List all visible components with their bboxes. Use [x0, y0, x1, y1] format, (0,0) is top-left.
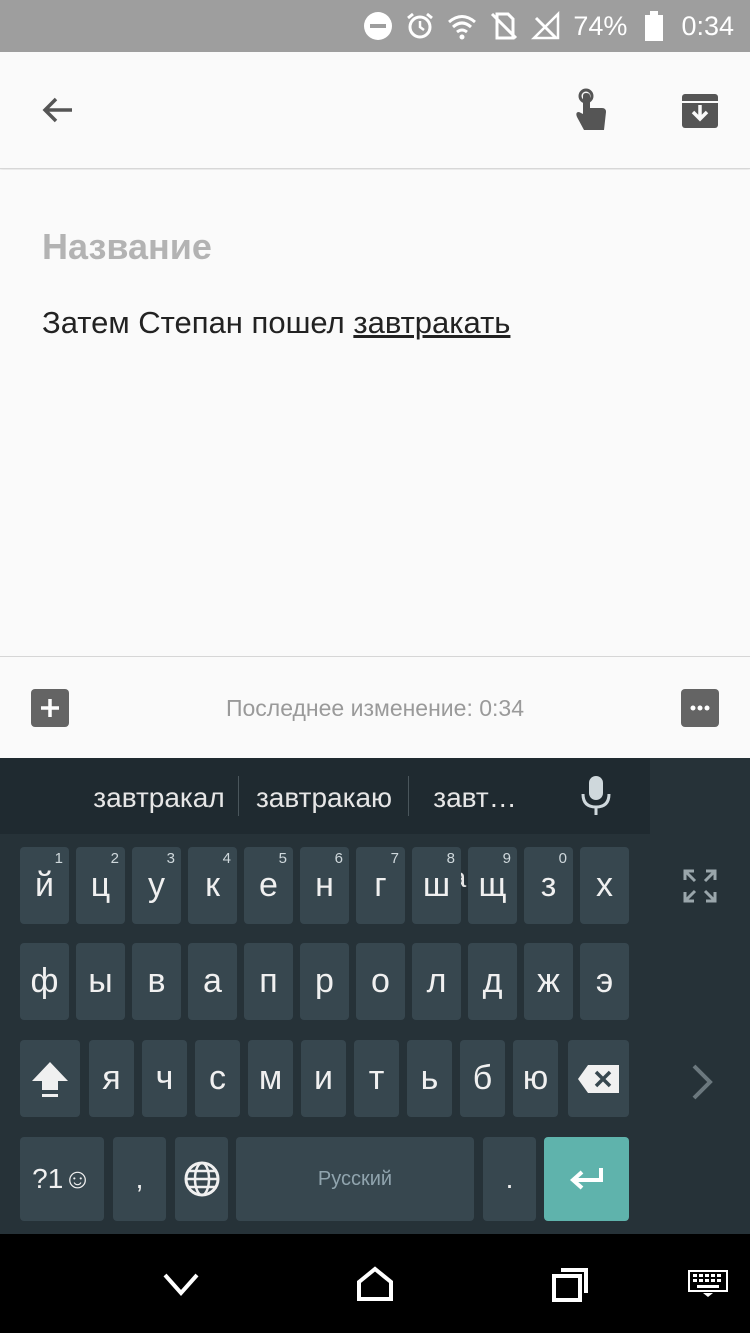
key-7[interactable]: г7 — [356, 847, 405, 924]
battery-percentage: 74% — [573, 10, 628, 41]
status-bar: 74% 0:34 — [0, 0, 750, 52]
period-key[interactable]: . — [483, 1137, 536, 1221]
home-icon[interactable] — [353, 1264, 397, 1304]
key-4[interactable]: к4 — [188, 847, 237, 924]
last-edited-status: Последнее изменение: 0:34 — [225, 695, 524, 721]
suggestion-divider — [408, 776, 409, 816]
note-composing-word: завтракать — [353, 305, 511, 340]
key-label: к — [205, 866, 220, 904]
no-sim-icon — [489, 11, 519, 41]
key-row2-4[interactable]: а — [188, 943, 237, 1020]
back-chevron-icon[interactable] — [159, 1264, 203, 1304]
key-row2-5[interactable]: п — [244, 943, 293, 1020]
alarm-icon — [405, 11, 435, 41]
touch-icon[interactable] — [562, 82, 618, 138]
key-label: н — [315, 866, 334, 904]
key-row3-2[interactable]: ч — [142, 1040, 187, 1117]
do-not-disturb-icon — [363, 11, 393, 41]
key-hint: 5 — [278, 850, 287, 867]
key-row2-3[interactable]: в — [132, 943, 181, 1020]
language-key[interactable] — [175, 1137, 228, 1221]
key-3[interactable]: у3 — [132, 847, 181, 924]
key-hint: 1 — [54, 850, 63, 867]
key-label: у — [148, 866, 165, 904]
key-label: х — [596, 866, 613, 904]
key-2[interactable]: ц2 — [76, 847, 125, 924]
back-arrow-icon[interactable] — [30, 82, 86, 138]
key-row2-8[interactable]: л — [412, 943, 461, 1020]
enter-key[interactable] — [544, 1137, 629, 1221]
key-row3-6[interactable]: т — [354, 1040, 399, 1117]
key-row2-9[interactable]: д — [468, 943, 517, 1020]
symbols-key[interactable]: ?1☺ — [20, 1137, 104, 1221]
key-8[interactable]: ш8 — [412, 847, 461, 924]
chevron-right-icon[interactable] — [688, 1062, 716, 1102]
note-body-field[interactable]: Затем Степан пошел завтракать — [42, 305, 510, 341]
key-row3-1[interactable]: я — [89, 1040, 134, 1117]
key-row2-1[interactable]: ф — [20, 943, 69, 1020]
key-row3-9[interactable]: ю — [513, 1040, 558, 1117]
key-hint: 4 — [222, 850, 231, 867]
key-row2-7[interactable]: о — [356, 943, 405, 1020]
key-label: ш — [422, 866, 451, 904]
clock: 0:34 — [681, 10, 734, 41]
app-bar — [0, 52, 750, 169]
key-label: е — [259, 866, 278, 904]
key-hint: 8 — [446, 850, 455, 867]
battery-icon — [639, 11, 669, 41]
key-row2-6[interactable]: р — [300, 943, 349, 1020]
recents-icon[interactable] — [548, 1264, 592, 1304]
key-label: щ — [478, 866, 507, 904]
key-row2-2[interactable]: ы — [76, 943, 125, 1020]
suggestion-divider — [238, 776, 239, 816]
note-title-field[interactable]: Название — [42, 226, 212, 268]
backspace-key[interactable] — [568, 1040, 629, 1117]
microphone-icon[interactable] — [578, 774, 614, 818]
key-row3-3[interactable]: с — [195, 1040, 240, 1117]
key-hint: 9 — [502, 850, 511, 867]
comma-key[interactable]: , — [113, 1137, 166, 1221]
key-9[interactable]: щ9 — [468, 847, 517, 924]
more-icon[interactable] — [681, 689, 719, 727]
key-11[interactable]: х — [580, 847, 629, 924]
space-key[interactable]: Русский — [236, 1137, 474, 1221]
key-row2-11[interactable]: э — [580, 943, 629, 1020]
suggestion-2[interactable]: завтракаю — [240, 758, 408, 834]
key-hint: 0 — [558, 850, 567, 867]
note-toolbar: Последнее изменение: 0:34 — [0, 656, 750, 758]
key-row3-5[interactable]: и — [301, 1040, 346, 1117]
key-row3-7[interactable]: ь — [407, 1040, 452, 1117]
key-hint: 3 — [166, 850, 175, 867]
signal-icon — [531, 11, 561, 41]
archive-icon[interactable] — [672, 82, 728, 138]
key-row2-10[interactable]: ж — [524, 943, 573, 1020]
key-hint: 7 — [390, 850, 399, 867]
suggestion-1[interactable]: завтракал — [80, 758, 238, 834]
key-label: з — [540, 866, 557, 904]
navigation-bar — [0, 1234, 750, 1333]
suggestion-strip: завтракал завтракаю завт…ают — [0, 758, 650, 893]
key-label: й — [35, 866, 54, 904]
keyboard: завтракал завтракаю завт…ают ?1☺ , Русск… — [0, 758, 750, 1234]
note-editor: Название Затем Степан пошел завтракать — [0, 170, 750, 656]
expand-icon[interactable] — [682, 868, 718, 904]
key-row3-4[interactable]: м — [248, 1040, 293, 1117]
key-label: г — [374, 866, 387, 904]
suggestion-3[interactable]: завт…ают — [410, 758, 540, 893]
key-label: ц — [90, 866, 111, 904]
wifi-icon — [447, 11, 477, 41]
key-1[interactable]: й1 — [20, 847, 69, 924]
keyboard-side-panel — [650, 758, 750, 1234]
key-hint: 6 — [334, 850, 343, 867]
keyboard-icon[interactable] — [686, 1264, 730, 1304]
key-row3-8[interactable]: б — [460, 1040, 505, 1117]
key-10[interactable]: з0 — [524, 847, 573, 924]
key-5[interactable]: е5 — [244, 847, 293, 924]
shift-key[interactable] — [20, 1040, 80, 1117]
key-hint: 2 — [110, 850, 119, 867]
key-6[interactable]: н6 — [300, 847, 349, 924]
note-body-text: Затем Степан пошел — [42, 305, 354, 340]
